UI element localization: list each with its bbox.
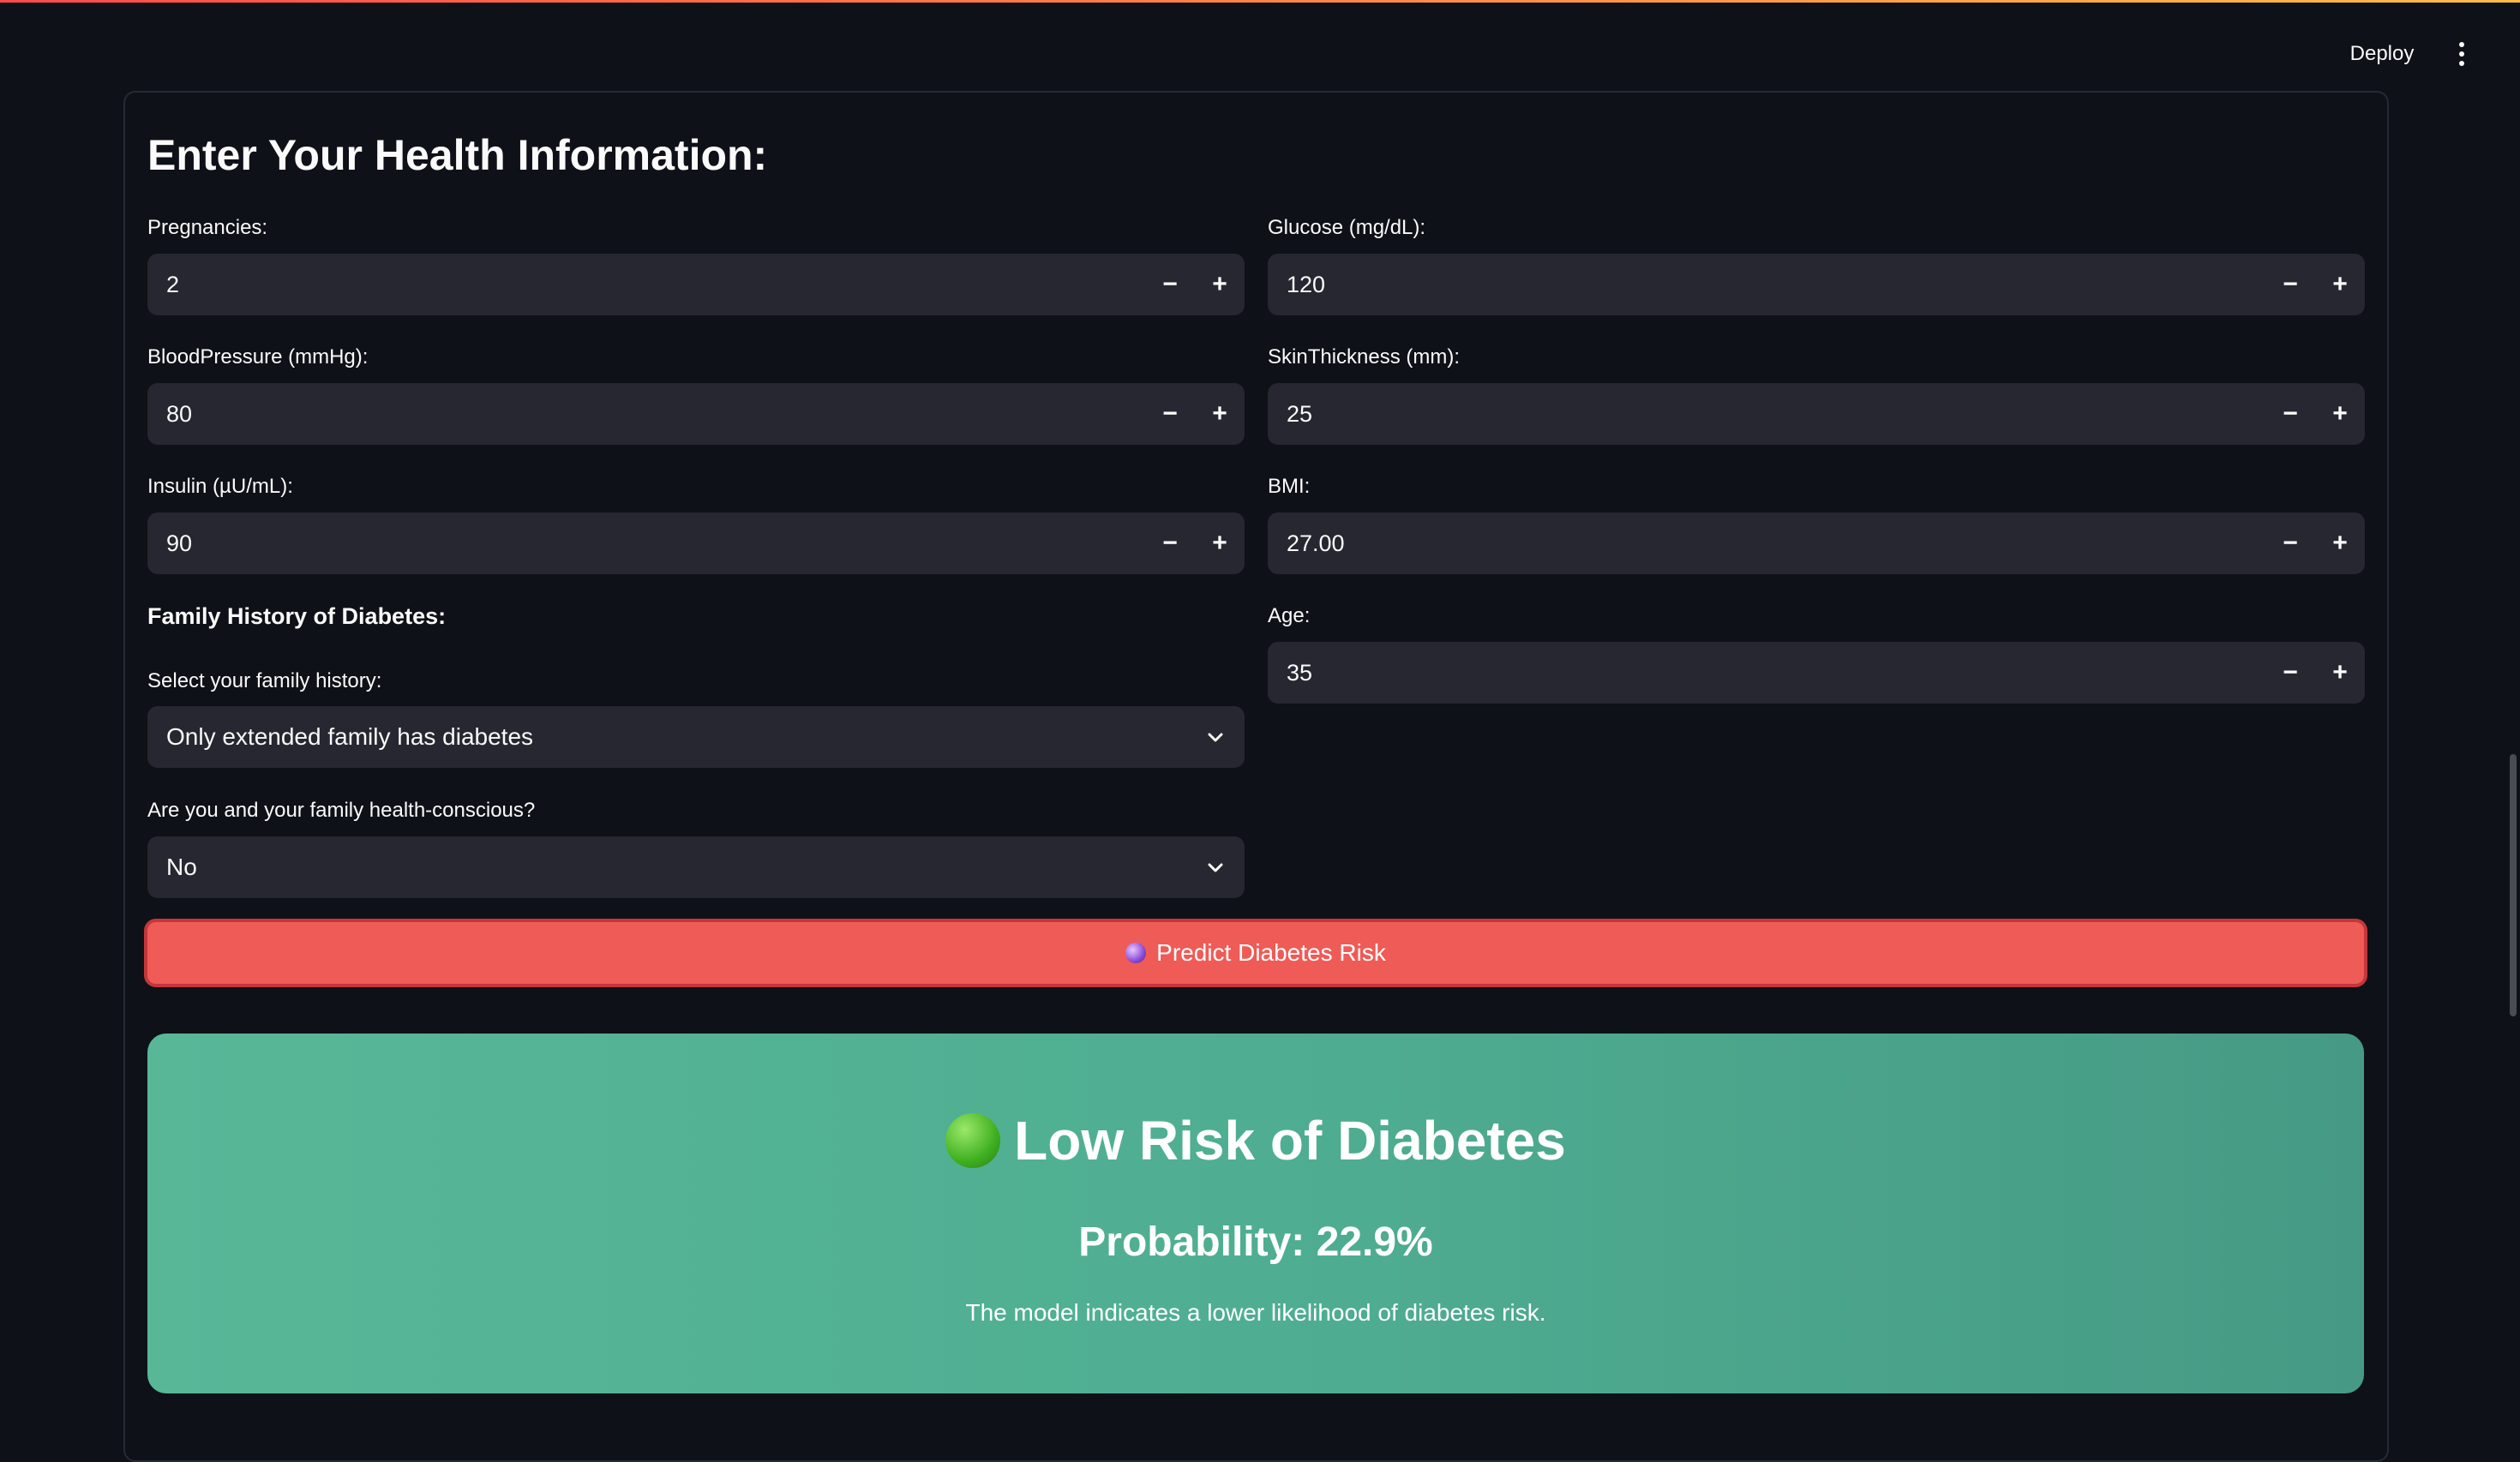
insulin-input[interactable]: 90 − + [147, 512, 1245, 574]
family-history-select[interactable]: Only extended family has diabetes [147, 706, 1245, 768]
health-conscious-label: Are you and your family health-conscious… [147, 799, 536, 822]
scrollbar-thumb[interactable] [2510, 754, 2517, 1016]
result-card: Low Risk of Diabetes Probability: 22.9% … [147, 1034, 2364, 1393]
family-history-label: Select your family history: [147, 669, 382, 692]
insulin-value[interactable]: 90 [147, 530, 1145, 557]
predict-button-label: Predict Diabetes Risk [1156, 939, 1386, 966]
family-history-heading: Family History of Diabetes: [147, 603, 447, 629]
kebab-menu-icon[interactable] [2451, 38, 2472, 70]
bmi-label: BMI: [1268, 475, 1311, 498]
decrement-button[interactable]: − [2265, 642, 2315, 704]
health-conscious-select[interactable]: No [147, 836, 1245, 898]
skin-thickness-input[interactable]: 25 − + [1268, 383, 2365, 445]
increment-button[interactable]: + [2315, 383, 2365, 445]
decrement-button[interactable]: − [2265, 383, 2315, 445]
increment-button[interactable]: + [1195, 254, 1245, 315]
skin-thickness-label: SkinThickness (mm): [1268, 345, 1461, 368]
increment-button[interactable]: + [2315, 642, 2365, 704]
green-circle-icon [945, 1113, 1001, 1168]
health-conscious-value: No [166, 854, 197, 880]
predict-button[interactable]: Predict Diabetes Risk [144, 919, 2367, 987]
pregnancies-value[interactable]: 2 [147, 272, 1145, 298]
blood-pressure-label: BloodPressure (mmHg): [147, 345, 369, 368]
pregnancies-label: Pregnancies: [147, 216, 268, 239]
deploy-button[interactable]: Deploy [2335, 36, 2429, 72]
blood-pressure-value[interactable]: 80 [147, 401, 1145, 428]
chevron-down-icon [1208, 733, 1223, 742]
glucose-input[interactable]: 120 − + [1268, 254, 2365, 315]
age-input[interactable]: 35 − + [1268, 642, 2365, 704]
age-value[interactable]: 35 [1268, 660, 2265, 686]
decrement-button[interactable]: − [1145, 254, 1195, 315]
bmi-input[interactable]: 27.00 − + [1268, 512, 2365, 574]
increment-button[interactable]: + [1195, 383, 1245, 445]
glucose-value[interactable]: 120 [1268, 272, 2265, 298]
decrement-button[interactable]: − [2265, 512, 2315, 574]
skin-thickness-value[interactable]: 25 [1268, 401, 2265, 428]
pregnancies-input[interactable]: 2 − + [147, 254, 1245, 315]
chevron-down-icon [1208, 863, 1223, 872]
crystal-ball-icon [1125, 943, 1147, 963]
glucose-label: Glucose (mg/dL): [1268, 216, 1426, 239]
bmi-value[interactable]: 27.00 [1268, 530, 2265, 557]
insulin-label: Insulin (µU/mL): [147, 475, 293, 498]
result-title-row: Low Risk of Diabetes [147, 1109, 2364, 1172]
increment-button[interactable]: + [1195, 512, 1245, 574]
decrement-button[interactable]: − [1145, 512, 1195, 574]
decrement-button[interactable]: − [1145, 383, 1195, 445]
increment-button[interactable]: + [2315, 512, 2365, 574]
top-accent-bar [0, 0, 2520, 3]
age-label: Age: [1268, 604, 1311, 627]
result-message: The model indicates a lower likelihood o… [965, 1299, 1546, 1326]
decrement-button[interactable]: − [2265, 254, 2315, 315]
increment-button[interactable]: + [2315, 254, 2365, 315]
page-title: Enter Your Health Information: [147, 131, 768, 179]
blood-pressure-input[interactable]: 80 − + [147, 383, 1245, 445]
probability-text: Probability: 22.9% [1078, 1219, 1433, 1265]
family-history-value: Only extended family has diabetes [166, 723, 534, 750]
result-title: Low Risk of Diabetes [1014, 1110, 1566, 1171]
